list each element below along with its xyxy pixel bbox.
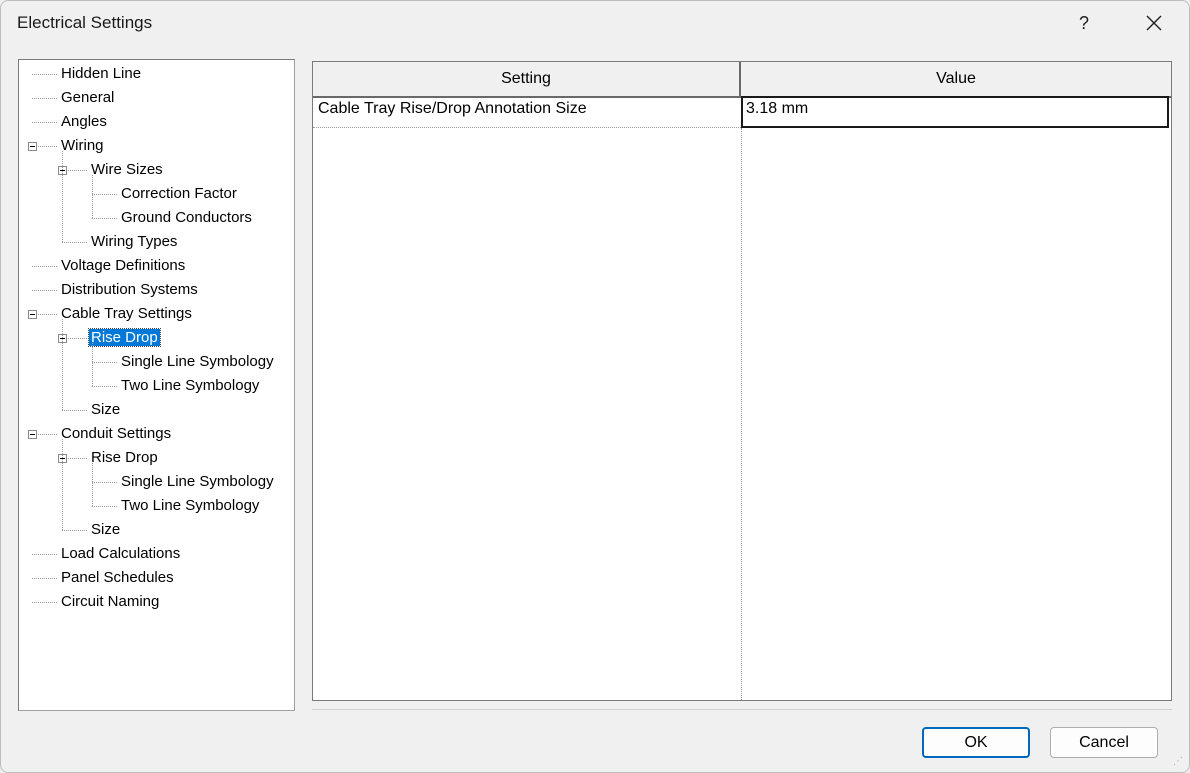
tree-connector: [92, 343, 93, 386]
tree-item-ground-conductors[interactable]: Ground Conductors: [119, 207, 254, 229]
tree-item-label: Single Line Symbology: [121, 353, 274, 370]
tree-item-label: Correction Factor: [121, 185, 237, 202]
tree-connector: [62, 242, 87, 243]
tree-connector: [92, 194, 117, 195]
tree-item-label: Two Line Symbology: [121, 377, 260, 394]
tree-connector: [32, 122, 57, 123]
tree-connector: [92, 463, 93, 506]
tree-item-label: Two Line Symbology: [121, 497, 260, 514]
tree-item-label: Voltage Definitions: [61, 257, 186, 274]
tree-item-wire-sizes[interactable]: Wire Sizes: [89, 159, 165, 181]
collapse-icon[interactable]: [28, 142, 37, 151]
window-title: Electrical Settings: [17, 13, 153, 32]
tree-item-label: Rise Drop: [88, 328, 161, 347]
collapse-icon[interactable]: [28, 430, 37, 439]
tree-item-label: General: [61, 89, 115, 106]
footer-separator: [312, 709, 1172, 710]
tree-item-wiring[interactable]: Wiring: [59, 135, 106, 157]
tree-connector: [92, 482, 117, 483]
tree-item-label: Wiring: [61, 137, 104, 154]
tree-item-angles[interactable]: Angles: [59, 111, 109, 133]
setting-cell: Cable Tray Rise/Drop Annotation Size: [313, 96, 741, 128]
tree-item-correction-factor[interactable]: Correction Factor: [119, 183, 239, 205]
tree-connector: [32, 554, 57, 555]
tree-item-cable-tray-settings[interactable]: Cable Tray Settings: [59, 303, 194, 325]
close-button[interactable]: [1131, 1, 1177, 45]
tree-connector: [92, 386, 117, 387]
column-divider: [741, 128, 742, 700]
tree-item-conduit-rise-drop[interactable]: Rise Drop: [89, 447, 160, 469]
value-column-header[interactable]: Value: [741, 62, 1171, 96]
tree-connector: [62, 151, 63, 242]
tree-item-cable-tray-size[interactable]: Size: [89, 399, 122, 421]
tree-item-label: Distribution Systems: [61, 281, 198, 298]
tree-item-conduit-single-line[interactable]: Single Line Symbology: [119, 471, 276, 493]
tree-connector: [92, 362, 117, 363]
tree-item-cable-tray-rise-drop[interactable]: Rise Drop: [88, 327, 161, 349]
tree-item-label: Panel Schedules: [61, 569, 174, 586]
help-button[interactable]: ?: [1061, 1, 1107, 45]
tree-item-general[interactable]: General: [59, 87, 116, 109]
tree-connector: [32, 602, 57, 603]
tree-item-label: Wiring Types: [91, 233, 178, 250]
tree-connector: [32, 578, 57, 579]
tree-connector: [32, 266, 57, 267]
value-cell[interactable]: 3.18 mm: [741, 96, 1169, 128]
tree-connector: [92, 218, 117, 219]
tree-connector: [62, 319, 63, 410]
settings-tree[interactable]: Hidden Line General Angles Wiring Wire Sizes…: [18, 59, 295, 711]
tree-item-conduit-size[interactable]: Size: [89, 519, 122, 541]
tree-item-circuit-naming[interactable]: Circuit Naming: [59, 591, 161, 613]
setting-column-header[interactable]: Setting: [313, 62, 741, 96]
tree-item-hidden-line[interactable]: Hidden Line: [59, 63, 143, 85]
tree-item-label: Rise Drop: [91, 449, 158, 466]
tree-item-voltage-definitions[interactable]: Voltage Definitions: [59, 255, 187, 277]
tree-item-label: Circuit Naming: [61, 593, 160, 610]
close-icon: [1146, 15, 1162, 31]
collapse-icon[interactable]: [28, 310, 37, 319]
ok-button[interactable]: OK: [922, 727, 1030, 758]
tree-connector: [32, 290, 57, 291]
tree-connector: [92, 175, 93, 218]
settings-grid: Setting Value Cable Tray Rise/Drop Annot…: [312, 61, 1172, 701]
electrical-settings-dialog: Electrical Settings ? Hidden Line General…: [0, 0, 1190, 773]
resize-grip-icon[interactable]: ⋰: [1173, 756, 1185, 768]
tree-item-label: Angles: [61, 113, 107, 130]
tree-connector: [62, 439, 63, 530]
tree-item-label: Load Calculations: [61, 545, 181, 562]
tree-item-label: Single Line Symbology: [121, 473, 274, 490]
table-row[interactable]: Cable Tray Rise/Drop Annotation Size 3.1…: [313, 96, 1171, 128]
tree-connector: [62, 530, 87, 531]
tree-item-panel-schedules[interactable]: Panel Schedules: [59, 567, 176, 589]
tree-connector: [62, 410, 87, 411]
tree-item-label: Ground Conductors: [121, 209, 252, 226]
tree-item-cable-tray-two-line[interactable]: Two Line Symbology: [119, 375, 261, 397]
tree-item-wiring-types[interactable]: Wiring Types: [89, 231, 179, 253]
tree-item-label: Conduit Settings: [61, 425, 172, 442]
tree-item-conduit-two-line[interactable]: Two Line Symbology: [119, 495, 261, 517]
tree-connector: [32, 74, 57, 75]
tree-item-label: Hidden Line: [61, 65, 142, 82]
tree-item-label: Wire Sizes: [91, 161, 163, 178]
cancel-button[interactable]: Cancel: [1050, 727, 1158, 758]
tree-item-load-calculations[interactable]: Load Calculations: [59, 543, 182, 565]
tree-item-distribution-systems[interactable]: Distribution Systems: [59, 279, 200, 301]
title-bar: Electrical Settings ?: [1, 1, 1189, 47]
tree-connector: [92, 506, 117, 507]
grid-header: Setting Value: [313, 62, 1171, 98]
tree-item-label: Size: [91, 521, 121, 538]
tree-item-cable-tray-single-line[interactable]: Single Line Symbology: [119, 351, 276, 373]
tree-item-label: Size: [91, 401, 121, 418]
tree-connector: [32, 98, 57, 99]
tree-item-conduit-settings[interactable]: Conduit Settings: [59, 423, 173, 445]
tree-item-label: Cable Tray Settings: [61, 305, 192, 322]
